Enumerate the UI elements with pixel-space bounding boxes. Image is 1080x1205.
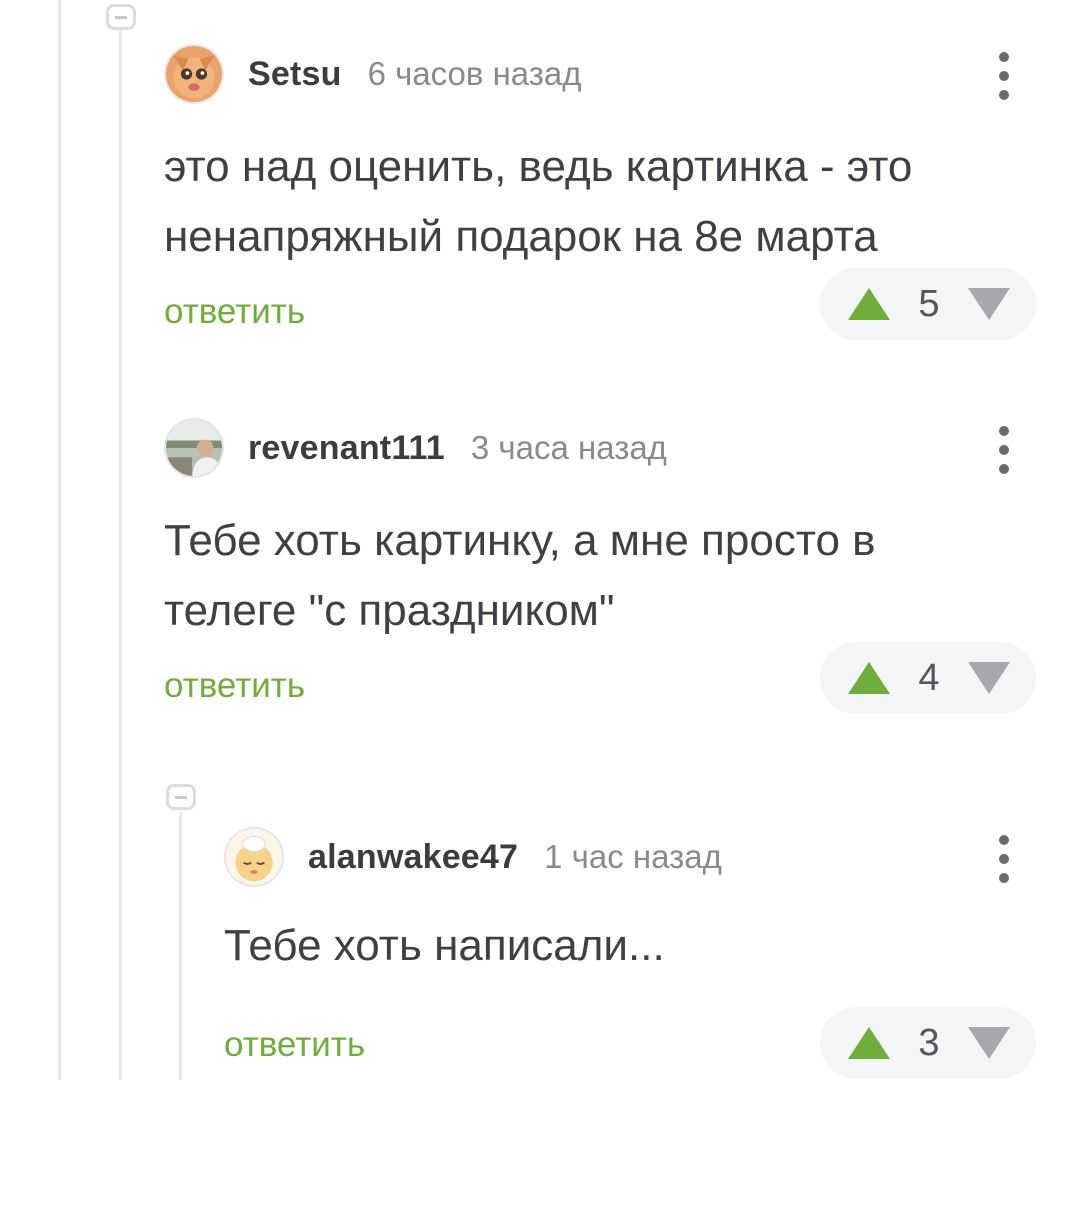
thread-line-level-2: [179, 812, 182, 1080]
upvote-icon[interactable]: [848, 288, 890, 320]
comment-header: revenant111 3 часа назад: [164, 416, 667, 480]
comment-header: alanwakee47 1 час назад: [224, 825, 722, 889]
comment-text: Тебе хоть картинку, а мне просто в телег…: [164, 516, 876, 635]
author-name[interactable]: Setsu: [248, 55, 342, 94]
thread-line-root: [58, 0, 61, 1080]
sleepy-face-avatar[interactable]: [224, 827, 284, 887]
comment: Setsu 6 часов назад это над оценить, вед…: [164, 42, 1080, 422]
timestamp: 1 час назад: [544, 838, 722, 875]
more-options-icon[interactable]: [996, 52, 1012, 100]
downvote-icon[interactable]: [967, 1027, 1010, 1059]
downvote-icon[interactable]: [967, 288, 1010, 320]
timestamp: 6 часов назад: [367, 55, 582, 92]
more-options-icon[interactable]: [996, 835, 1012, 883]
rating-score: 5: [918, 282, 940, 325]
rating-control: 3: [820, 1007, 1036, 1079]
comment-text: Тебе хоть написали...: [224, 921, 665, 970]
timestamp: 3 часа назад: [470, 429, 667, 466]
comment-text: это над оценить, ведь картинка - это нен…: [164, 142, 913, 261]
author-name[interactable]: revenant111: [248, 429, 445, 468]
comment-header: Setsu 6 часов назад: [164, 42, 582, 106]
collapse-thread-button[interactable]: [106, 4, 136, 30]
reply-link[interactable]: ответить: [164, 292, 305, 332]
rating-control: 4: [820, 642, 1036, 714]
reply-link[interactable]: ответить: [224, 1025, 365, 1065]
thread-line-level-1: [119, 28, 122, 1080]
rating-control: 5: [820, 268, 1036, 340]
upvote-icon[interactable]: [848, 1027, 890, 1059]
author-name[interactable]: alanwakee47: [308, 838, 518, 877]
more-options-icon[interactable]: [996, 426, 1012, 474]
comment: alanwakee47 1 час назад Тебе хоть написа…: [224, 825, 1080, 1205]
upvote-icon[interactable]: [848, 662, 890, 694]
rating-score: 3: [918, 1021, 940, 1064]
cat-avatar[interactable]: [164, 44, 224, 104]
rating-score: 4: [918, 656, 940, 699]
reply-link[interactable]: ответить: [164, 666, 305, 706]
comment: revenant111 3 часа назад Тебе хоть карти…: [164, 416, 1080, 796]
downvote-icon[interactable]: [967, 662, 1010, 694]
person-avatar[interactable]: [164, 418, 224, 478]
